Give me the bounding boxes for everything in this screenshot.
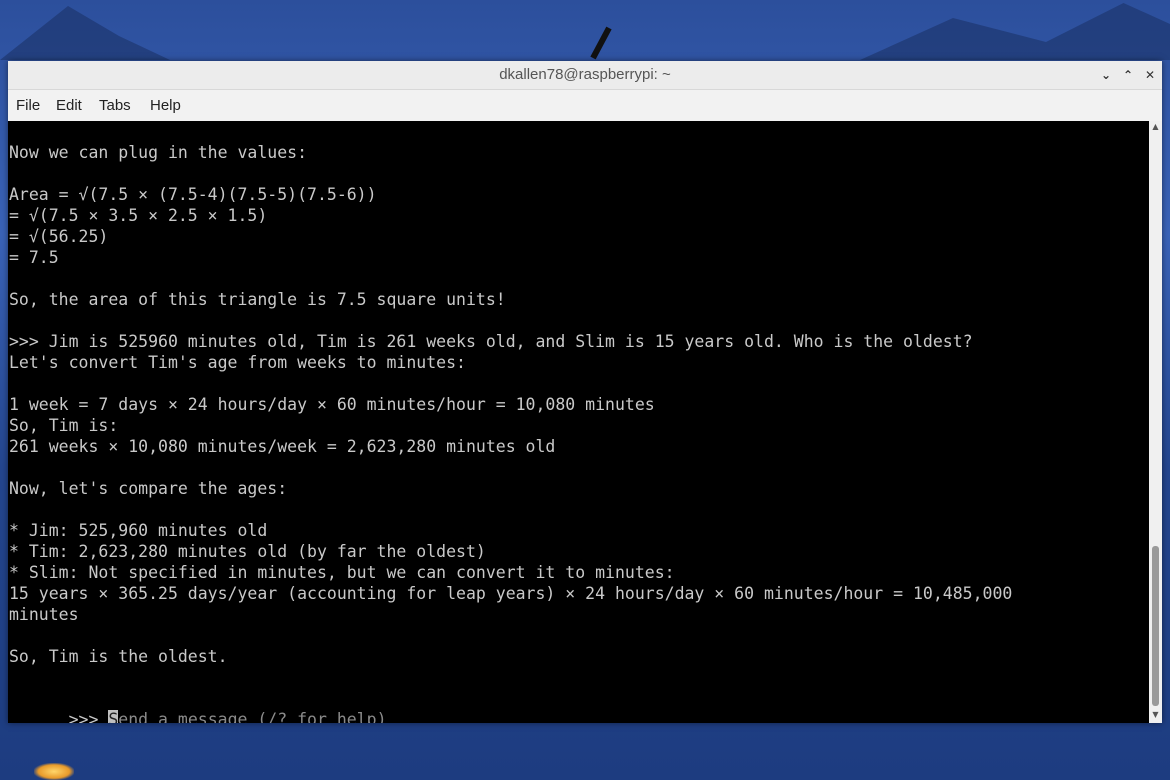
terminal-line: = √(56.25): [9, 227, 109, 246]
terminal-line: Let's convert Tim's age from weeks to mi…: [9, 353, 466, 372]
menu-tabs[interactable]: Tabs: [99, 90, 131, 121]
minimize-button[interactable]: ⌄: [1097, 66, 1115, 84]
terminal-line: So, Tim is:: [9, 416, 119, 435]
close-button[interactable]: ✕: [1141, 66, 1159, 84]
title-bar[interactable]: dkallen78@raspberrypi: ~ ⌄ ⌃ ✕: [8, 61, 1162, 90]
terminal-line: minutes: [9, 605, 79, 624]
terminal-line: >>> Jim is 525960 minutes old, Tim is 26…: [9, 332, 973, 351]
terminal-line: Area = √(7.5 × (7.5-4)(7.5-5)(7.5-6)): [9, 185, 377, 204]
text-cursor: S: [108, 710, 119, 723]
window-title: dkallen78@raspberrypi: ~: [499, 66, 671, 83]
menu-file[interactable]: File: [16, 90, 40, 121]
terminal-window: dkallen78@raspberrypi: ~ ⌄ ⌃ ✕ File Edit…: [8, 61, 1162, 723]
desktop-background-pole: [590, 26, 612, 60]
terminal-line: 1 week = 7 days × 24 hours/day × 60 minu…: [9, 395, 655, 414]
scroll-up-arrow-icon[interactable]: ▲: [1149, 121, 1162, 133]
prompt-marker: >>>: [68, 710, 109, 723]
menu-bar: File Edit Tabs Help: [8, 90, 1162, 121]
terminal-line: * Slim: Not specified in minutes, but we…: [9, 563, 675, 582]
desktop-background-rock-left: [0, 6, 170, 60]
terminal-line: = √(7.5 × 3.5 × 2.5 × 1.5): [9, 206, 268, 225]
desktop-background-rock-right: [860, 3, 1170, 60]
maximize-button[interactable]: ⌃: [1119, 66, 1137, 84]
terminal-output[interactable]: Now we can plug in the values: Area = √(…: [8, 121, 1149, 723]
terminal-line: * Tim: 2,623,280 minutes old (by far the…: [9, 542, 486, 561]
terminal-line: Now we can plug in the values:: [9, 143, 308, 162]
terminal-line: 261 weeks × 10,080 minutes/week = 2,623,…: [9, 437, 556, 456]
scrollbar-thumb[interactable]: [1152, 546, 1159, 706]
menu-edit[interactable]: Edit: [56, 90, 82, 121]
terminal-line: = 7.5: [9, 248, 59, 267]
input-prompt-line[interactable]: >>> Send a message (/? for help): [9, 688, 387, 723]
terminal-line: Now, let's compare the ages:: [9, 479, 288, 498]
desktop-background-lantern: [34, 763, 74, 780]
scroll-down-arrow-icon[interactable]: ▼: [1149, 709, 1162, 721]
terminal-line: 15 years × 365.25 days/year (accounting …: [9, 584, 1013, 603]
vertical-scrollbar[interactable]: ▲ ▼: [1149, 121, 1162, 723]
terminal-line: So, the area of this triangle is 7.5 squ…: [9, 290, 506, 309]
input-placeholder: end a message (/? for help): [118, 710, 387, 723]
menu-help[interactable]: Help: [150, 90, 181, 121]
terminal-line: * Jim: 525,960 minutes old: [9, 521, 268, 540]
terminal-line: So, Tim is the oldest.: [9, 647, 228, 666]
